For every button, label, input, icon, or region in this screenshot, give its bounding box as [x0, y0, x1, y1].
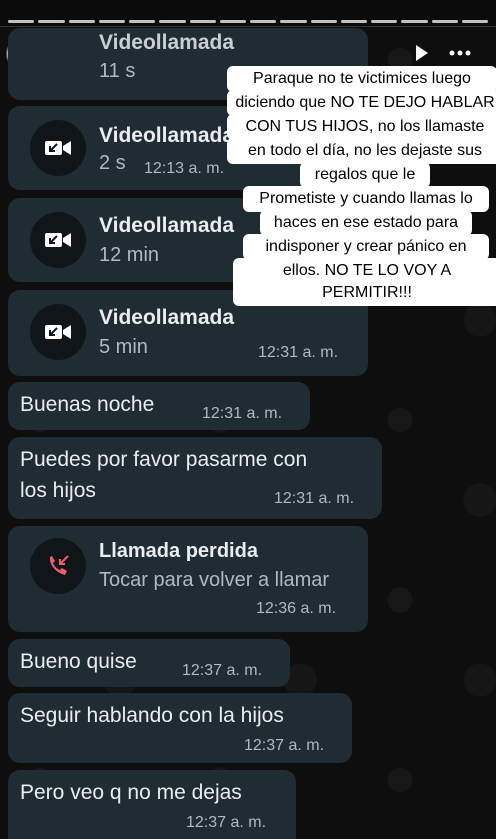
video-call-icon [30, 120, 86, 176]
caption-line: haces en ese estado para [260, 210, 472, 236]
message-text: Buenas noche [20, 393, 155, 416]
message-time: 12:37 a. m. [182, 662, 263, 679]
message-time: 12:36 a. m. [256, 600, 337, 617]
message-bubble[interactable]: Buenas noche 12:31 a. m. [8, 382, 310, 430]
more-options-icon[interactable] [448, 42, 472, 64]
video-call-icon [30, 212, 86, 268]
message-text: los hijos [20, 479, 96, 502]
caption-line: indisponer y crear pánico en [243, 234, 489, 260]
missed-call-subtitle: Tocar para volver a llamar [99, 569, 330, 591]
story-progress-segment [8, 20, 35, 23]
message-time: 12:37 a. m. [186, 814, 267, 831]
message-time: 12:31 a. m. [258, 344, 339, 361]
message-time: 12:31 a. m. [274, 490, 355, 507]
missed-call-bubble[interactable]: Llamada perdida Tocar para volver a llam… [8, 526, 368, 632]
message-bubble[interactable]: Seguir hablando con la hijos 12:37 a. m. [8, 693, 352, 763]
message-bubble[interactable]: Puedes por favor pasarme con los hijos 1… [8, 437, 382, 519]
call-duration: 12 min [99, 244, 160, 266]
story-progress-segment [340, 20, 367, 23]
caption-line: Paraque no te victimices luego [227, 66, 496, 92]
message-text: Pero veo q no me dejas [20, 781, 242, 804]
story-progress-segment [68, 20, 95, 23]
story-progress-segment [219, 20, 246, 23]
story-progress-segment [371, 20, 398, 23]
message-time: 12:31 a. m. [202, 405, 283, 422]
story-progress-segment [401, 20, 428, 23]
story-progress-segment [98, 20, 125, 23]
call-duration: 2 s [99, 152, 126, 174]
call-duration: 11 s [99, 60, 136, 82]
story-progress-segment [461, 20, 488, 23]
missed-call-icon [30, 538, 86, 594]
caption-line: regalos que le [300, 162, 430, 188]
story-progress-segment [129, 20, 156, 23]
story-progress-segment [159, 20, 186, 23]
story-progress-segment [250, 20, 277, 23]
story-progress-segment [310, 20, 337, 23]
message-time: 12:37 a. m. [244, 737, 325, 754]
message-bubble[interactable]: Pero veo q no me dejas 12:37 a. m. [8, 770, 296, 839]
story-progress-segment [431, 20, 458, 23]
call-title: Videollamada [99, 124, 235, 147]
caption-line: Prometiste y cuando llamas lo [243, 186, 489, 212]
missed-call-title: Llamada perdida [99, 540, 258, 562]
caption-line: ellos. NO TE LO VOY A PERMITIR!!! [233, 258, 496, 306]
message-text: Puedes por favor pasarme con [20, 448, 308, 471]
call-title: Videollamada [99, 214, 235, 237]
story-progress-segment [280, 20, 307, 23]
story-progress-segment [189, 20, 216, 23]
message-text: Seguir hablando con la hijos [20, 704, 284, 727]
caption-line: CON TUS HIJOS, no los llamaste [227, 114, 496, 140]
story-progress-bar [8, 20, 488, 23]
story-progress-segment [38, 20, 65, 23]
video-call-icon [30, 304, 86, 360]
message-text: Bueno quise [20, 650, 137, 673]
call-duration: 5 min [99, 336, 148, 358]
call-title: Videollamada [99, 306, 235, 329]
play-icon[interactable] [410, 42, 432, 64]
message-bubble[interactable]: Bueno quise 12:37 a. m. [8, 639, 290, 687]
caption-line: en todo el día, no les dejaste sus [227, 138, 496, 164]
call-title: Videollamada [99, 31, 235, 54]
caption-line: diciendo que NO TE DEJO HABLAR [227, 90, 496, 116]
message-time: 12:13 a. m. [144, 160, 225, 177]
